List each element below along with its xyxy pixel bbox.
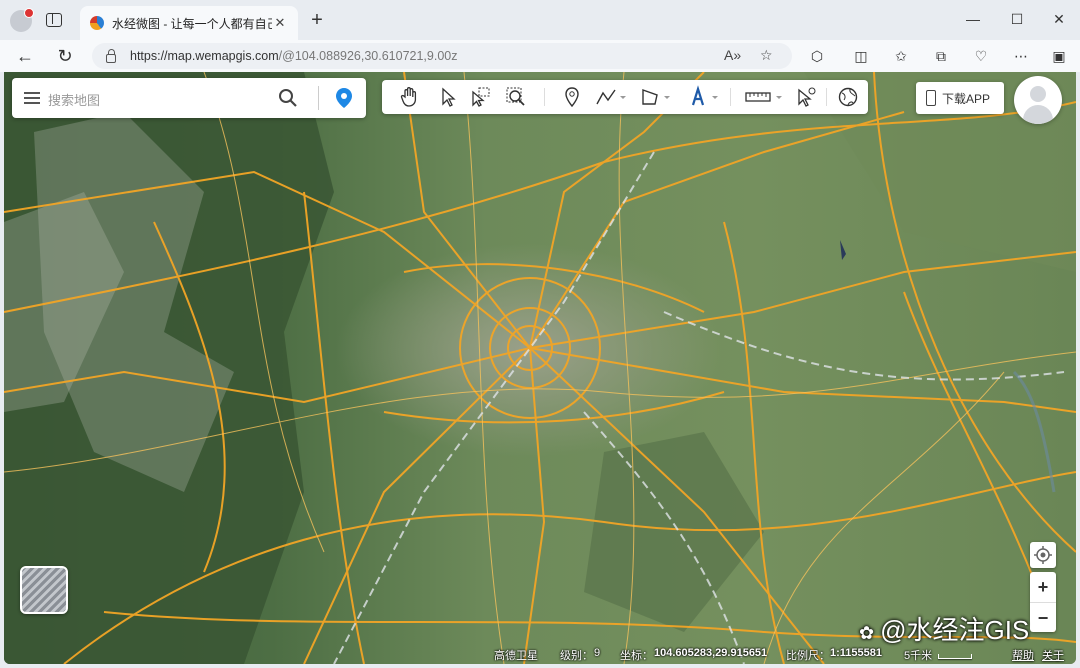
zoom-out-button[interactable]: − <box>1030 602 1056 632</box>
new-tab-button[interactable]: + <box>306 10 328 32</box>
browser-tab[interactable]: 水经微图 - 让每一个人都有自己的 ✕ <box>80 6 298 40</box>
help-link[interactable]: 帮助 <box>1012 647 1034 663</box>
more-menu-icon[interactable]: ⋯ <box>1010 45 1032 67</box>
layer-name: 高德卫星 <box>494 650 538 662</box>
zoom-box-icon[interactable] <box>504 85 528 109</box>
menu-icon[interactable] <box>24 92 40 104</box>
toolbar-divider <box>544 88 545 106</box>
zoom-control: + − <box>1030 572 1056 632</box>
marker-pin-icon[interactable] <box>560 85 584 109</box>
url-field[interactable]: https://map.wemapgis.com/@104.088926,30.… <box>92 43 792 69</box>
chevron-down-icon[interactable] <box>774 85 784 109</box>
identify-cursor-icon[interactable] <box>794 85 818 109</box>
favorite-star-icon[interactable]: ☆ <box>760 47 773 64</box>
url-path: /@104.088926,30.610721,9.00z <box>278 49 458 63</box>
browser-profile-icon[interactable] <box>10 8 34 32</box>
close-tab-icon[interactable]: ✕ <box>272 15 288 31</box>
search-input[interactable]: 搜索地图 <box>48 90 100 109</box>
search-divider <box>318 86 319 110</box>
toolbar-divider <box>826 88 827 106</box>
basemap-switcher[interactable] <box>20 566 68 614</box>
browser-tab-bar: 水经微图 - 让每一个人都有自己的 ✕ + — ☐ ✕ <box>0 0 1080 40</box>
address-bar-row: ← ↻ https://map.wemapgis.com/@104.088926… <box>0 40 1080 72</box>
search-box: 搜索地图 <box>12 78 366 118</box>
watermark-text: @水经注GIS <box>880 615 1030 645</box>
reload-button[interactable]: ↻ <box>52 44 78 68</box>
close-window-button[interactable]: ✕ <box>1044 8 1074 30</box>
download-app-button[interactable]: 下载APP <box>916 82 1004 114</box>
location-pin-icon[interactable] <box>332 86 356 110</box>
chevron-down-icon[interactable] <box>618 85 628 109</box>
measure-ruler-icon[interactable] <box>744 85 774 109</box>
read-aloud-icon[interactable]: A» <box>724 47 741 63</box>
maximize-button[interactable]: ☐ <box>1002 8 1032 30</box>
scale-bar <box>938 654 972 659</box>
about-link[interactable]: 关于 <box>1042 647 1064 663</box>
text-tool-icon[interactable] <box>686 85 710 109</box>
split-screen-icon[interactable]: ◫ <box>850 45 872 67</box>
box-select-icon[interactable] <box>468 85 492 109</box>
pan-hand-icon[interactable] <box>398 85 422 109</box>
select-arrow-icon[interactable] <box>436 85 460 109</box>
locate-me-button[interactable] <box>1030 542 1056 568</box>
avatar[interactable] <box>1014 76 1062 124</box>
scale-value: 1:1155581 <box>830 647 882 659</box>
phone-icon <box>926 90 936 106</box>
coord-label: 坐标： <box>620 650 653 662</box>
chevron-down-icon[interactable] <box>710 85 720 109</box>
weibo-logo-icon: ✿ <box>859 623 875 643</box>
sidebar-toggle-icon[interactable]: ▣ <box>1048 45 1070 67</box>
satellite-imagery <box>4 72 1076 664</box>
zoom-in-button[interactable]: + <box>1030 572 1056 602</box>
map-canvas[interactable]: 搜索地图 下载APP + − ✿ @水经注GIS 高德卫星 级别： 9 坐标： … <box>4 72 1076 664</box>
extensions-icon[interactable]: ⬡ <box>806 45 828 67</box>
toolbar-divider <box>730 88 731 106</box>
globe-icon[interactable] <box>836 85 860 109</box>
browser-essentials-icon[interactable]: ♡ <box>970 45 992 67</box>
download-app-label: 下载APP <box>942 91 991 106</box>
scale-distance: 5千米 <box>904 650 933 662</box>
url-host: https://map.wemapgis.com <box>130 49 279 63</box>
tab-title: 水经微图 - 让每一个人都有自己的 <box>112 16 272 31</box>
lock-icon <box>106 48 116 63</box>
chevron-down-icon[interactable] <box>662 85 672 109</box>
level-value: 9 <box>594 647 601 659</box>
back-button[interactable]: ← <box>12 44 38 68</box>
polygon-icon[interactable] <box>638 85 662 109</box>
favorites-icon[interactable]: ✩ <box>890 45 912 67</box>
level-label: 级别： <box>560 650 593 662</box>
collections-icon[interactable]: ⧉ <box>930 45 952 67</box>
map-toolbar <box>382 80 868 114</box>
crosshair-icon <box>1034 546 1052 564</box>
site-favicon-icon <box>90 16 104 30</box>
minimize-button[interactable]: — <box>958 8 988 30</box>
polyline-icon[interactable] <box>594 85 618 109</box>
status-bar: 高德卫星 级别： 9 坐标： 104.605283,29.915651 比例尺：… <box>4 642 1076 664</box>
tab-actions-icon[interactable] <box>46 13 62 27</box>
search-icon[interactable] <box>278 88 298 108</box>
coord-value: 104.605283,29.915651 <box>654 647 768 659</box>
scale-label: 比例尺： <box>786 650 830 662</box>
